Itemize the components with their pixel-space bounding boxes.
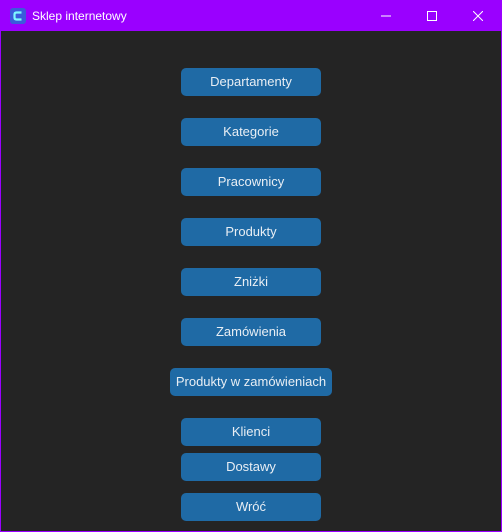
maximize-button[interactable] — [409, 1, 455, 31]
title-bar[interactable]: Sklep internetowy — [1, 1, 501, 31]
produkty-w-zamowieniach-button[interactable]: Produkty w zamówieniach — [170, 368, 332, 396]
maximize-icon — [427, 11, 437, 21]
close-icon — [473, 11, 483, 21]
app-window: Sklep internetowy Departamenty Kategorie… — [0, 0, 502, 532]
klienci-button[interactable]: Klienci — [181, 418, 321, 446]
znizki-button[interactable]: Zniżki — [181, 268, 321, 296]
minimize-button[interactable] — [363, 1, 409, 31]
zamowienia-button[interactable]: Zamówienia — [181, 318, 321, 346]
close-button[interactable] — [455, 1, 501, 31]
dostawy-button[interactable]: Dostawy — [181, 453, 321, 481]
wroc-button[interactable]: Wróć — [181, 493, 321, 521]
departamenty-button[interactable]: Departamenty — [181, 68, 321, 96]
pracownicy-button[interactable]: Pracownicy — [181, 168, 321, 196]
app-icon — [10, 8, 26, 24]
main-menu: Departamenty Kategorie Pracownicy Produk… — [1, 31, 501, 531]
minimize-icon — [381, 15, 391, 17]
kategorie-button[interactable]: Kategorie — [181, 118, 321, 146]
window-title: Sklep internetowy — [32, 9, 127, 23]
produkty-button[interactable]: Produkty — [181, 218, 321, 246]
